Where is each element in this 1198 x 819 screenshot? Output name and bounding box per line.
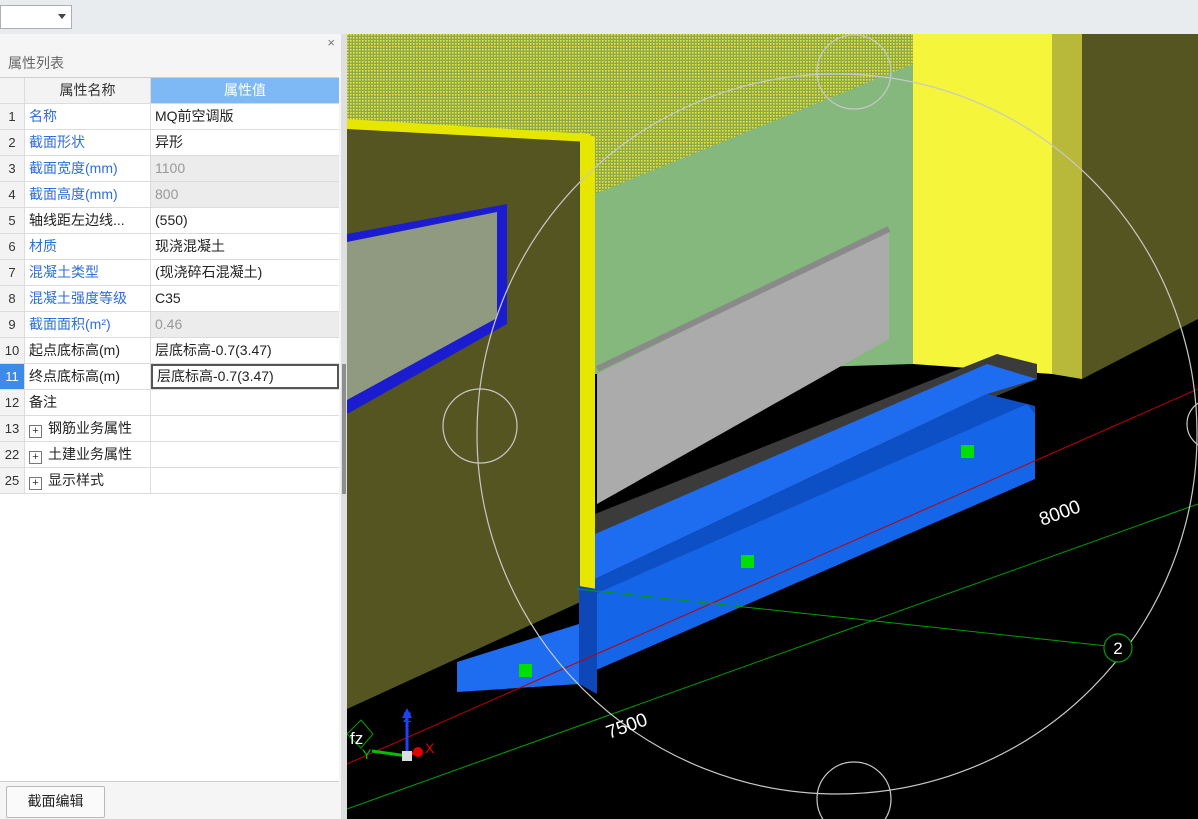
property-name-label: 显示样式 (48, 472, 104, 488)
property-row[interactable]: 5 轴线距左边线... (550) (0, 208, 339, 234)
property-row[interactable]: 6 材质 现浇混凝土 (0, 234, 339, 260)
yellow-wall (913, 34, 1052, 374)
property-value[interactable] (151, 390, 339, 415)
grid-header: 属性名称 属性值 (0, 78, 339, 104)
grip-point[interactable] (961, 445, 974, 458)
property-name: 截面宽度(mm) (25, 156, 151, 181)
header-corner (0, 78, 25, 103)
property-row[interactable]: 25 + 显示样式 (0, 468, 339, 494)
row-number[interactable]: 13 (0, 416, 25, 441)
property-grid: 属性名称 属性值 1 名称 MQ前空调版 2 截面形状 异形 3 截面宽度(mm) 1100 4 截… (0, 77, 339, 782)
y-axis-arrow (371, 749, 408, 758)
property-name-label: 钢筋业务属性 (48, 420, 132, 436)
property-name: 备注 (25, 390, 151, 415)
property-name: 材质 (25, 234, 151, 259)
property-value[interactable]: 现浇混凝土 (151, 234, 339, 259)
row-number[interactable]: 10 (0, 338, 25, 363)
property-value: 800 (151, 182, 339, 207)
row-number[interactable]: 11 (0, 364, 25, 389)
property-row[interactable]: 12 备注 (0, 390, 339, 416)
property-value[interactable]: 层底标高-0.7(3.47) (151, 364, 339, 389)
grip-point[interactable] (741, 555, 754, 568)
expand-icon[interactable]: + (29, 477, 42, 490)
row-number[interactable]: 7 (0, 260, 25, 285)
expand-icon[interactable]: + (29, 425, 42, 438)
axis-bubble-label: 2 (1113, 639, 1122, 658)
property-row[interactable]: 13 + 钢筋业务属性 (0, 416, 339, 442)
property-name: 混凝土强度等级 (25, 286, 151, 311)
dimension-label: 8000 (1037, 497, 1084, 531)
row-number[interactable]: 2 (0, 130, 25, 155)
property-row[interactable]: 3 截面宽度(mm) 1100 (0, 156, 339, 182)
property-name: + 显示样式 (25, 468, 151, 493)
property-name: 轴线距左边线... (25, 208, 151, 233)
row-number[interactable]: 1 (0, 104, 25, 129)
property-name: 截面形状 (25, 130, 151, 155)
floor-select[interactable] (0, 5, 72, 29)
3d-viewport[interactable]: 2 8000 7500 fz Z Y X (347, 34, 1198, 819)
property-value[interactable]: C35 (151, 286, 339, 311)
property-panel: × 属性列表 属性名称 属性值 1 名称 MQ前空调版 2 截面形状 异形 3 截面宽度(mm… (0, 34, 342, 819)
property-value[interactable]: MQ前空调版 (151, 104, 339, 129)
top-toolbar (0, 0, 1198, 35)
property-value (151, 416, 339, 441)
property-value (151, 468, 339, 493)
property-row[interactable]: 11 终点底标高(m) 层底标高-0.7(3.47) (0, 364, 339, 390)
property-name: 混凝土类型 (25, 260, 151, 285)
row-number[interactable]: 12 (0, 390, 25, 415)
row-number[interactable]: 22 (0, 442, 25, 467)
property-name: + 土建业务属性 (25, 442, 151, 467)
row-number[interactable]: 6 (0, 234, 25, 259)
property-value[interactable]: 异形 (151, 130, 339, 155)
orbit-handle-bottom[interactable] (816, 761, 892, 819)
row-number[interactable]: 4 (0, 182, 25, 207)
row-number[interactable]: 25 (0, 468, 25, 493)
header-name[interactable]: 属性名称 (25, 78, 151, 103)
property-name: 终点底标高(m) (25, 364, 151, 389)
property-value[interactable]: 层底标高-0.7(3.47) (151, 338, 339, 363)
property-name-label: 土建业务属性 (48, 446, 132, 462)
close-icon[interactable]: × (327, 35, 335, 50)
property-name: 起点底标高(m) (25, 338, 151, 363)
grip-point[interactable] (519, 664, 532, 677)
row-number[interactable]: 9 (0, 312, 25, 337)
x-axis-head (413, 747, 423, 757)
property-name: 名称 (25, 104, 151, 129)
scene-canvas[interactable]: 2 8000 7500 fz Z Y X (347, 34, 1198, 819)
row-number[interactable]: 5 (0, 208, 25, 233)
property-row[interactable]: 4 截面高度(mm) 800 (0, 182, 339, 208)
property-row[interactable]: 1 名称 MQ前空调版 (0, 104, 339, 130)
chevron-down-icon[interactable] (58, 14, 66, 19)
property-name: 截面高度(mm) (25, 182, 151, 207)
property-row[interactable]: 9 截面面积(m²) 0.46 (0, 312, 339, 338)
section-edit-button[interactable]: 截面编辑 (6, 786, 105, 818)
beam-end-side (579, 586, 597, 694)
gizmo-origin (402, 751, 412, 761)
expand-icon[interactable]: + (29, 451, 42, 464)
panel-title: 属性列表 (8, 55, 64, 71)
header-value[interactable]: 属性值 (151, 78, 339, 103)
property-name: + 钢筋业务属性 (25, 416, 151, 441)
row-number[interactable]: 3 (0, 156, 25, 181)
property-name: 截面面积(m²) (25, 312, 151, 337)
z-axis-label: Z (403, 709, 412, 725)
property-value: 0.46 (151, 312, 339, 337)
property-value: 1100 (151, 156, 339, 181)
yellow-wall-edge (1052, 34, 1082, 379)
property-value (151, 442, 339, 467)
property-value[interactable]: (现浇碎石混凝土) (151, 260, 339, 285)
wall-edge (580, 132, 595, 602)
property-row[interactable]: 22 + 土建业务属性 (0, 442, 339, 468)
property-row[interactable]: 2 截面形状 异形 (0, 130, 339, 156)
y-axis-label: Y (362, 746, 372, 762)
property-row[interactable]: 7 混凝土类型 (现浇碎石混凝土) (0, 260, 339, 286)
property-value[interactable]: (550) (151, 208, 339, 233)
row-number[interactable]: 8 (0, 286, 25, 311)
property-row[interactable]: 8 混凝土强度等级 C35 (0, 286, 339, 312)
property-row[interactable]: 10 起点底标高(m) 层底标高-0.7(3.47) (0, 338, 339, 364)
x-axis-label: X (425, 740, 435, 756)
splitter-grip[interactable] (342, 364, 346, 494)
